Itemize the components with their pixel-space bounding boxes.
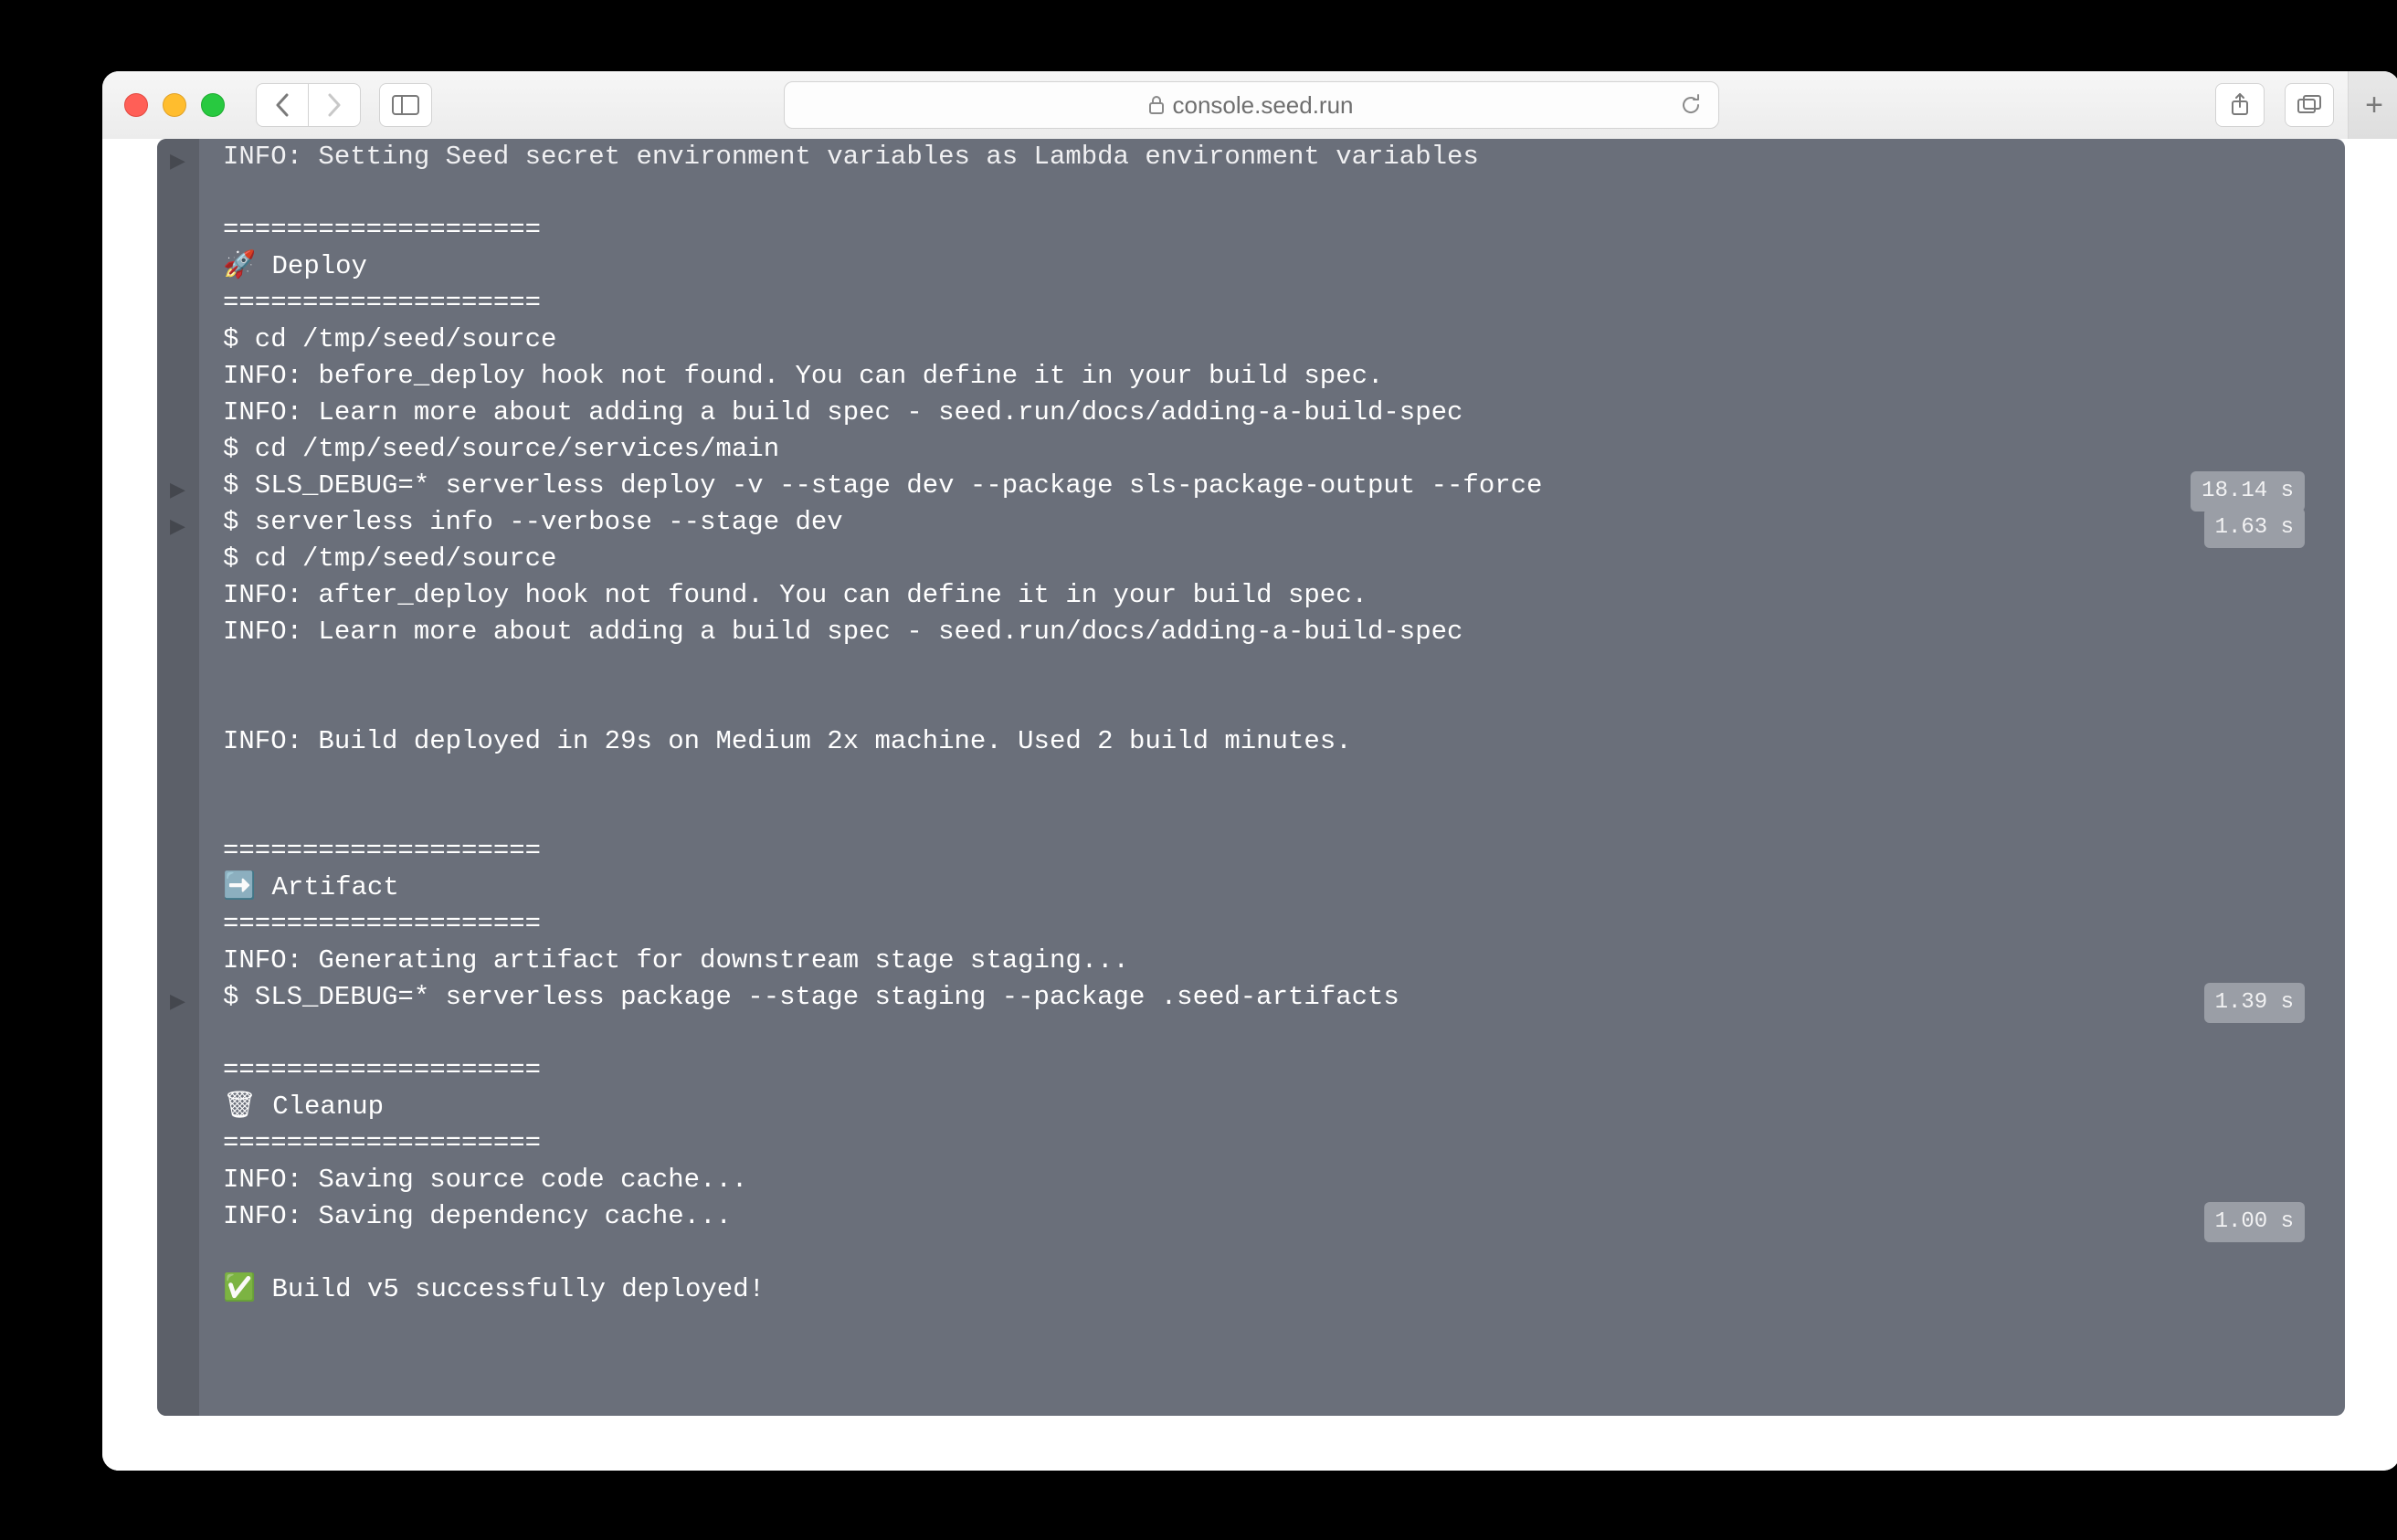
url-text: console.seed.run bbox=[1172, 91, 1353, 120]
expand-caret-icon[interactable]: ▶ bbox=[170, 473, 185, 510]
log-text: ==================== bbox=[223, 1055, 541, 1085]
reload-button[interactable] bbox=[1680, 94, 1702, 116]
log-line: ==================== bbox=[208, 906, 2316, 943]
log-line: $ cd /tmp/seed/source bbox=[208, 322, 2316, 358]
log-text: INFO: Generating artifact for downstream… bbox=[223, 945, 1129, 976]
address-bar[interactable]: console.seed.run bbox=[784, 81, 1719, 129]
log-text: INFO: Saving source code cache... bbox=[223, 1165, 747, 1195]
sidebar-toggle-button[interactable] bbox=[379, 83, 432, 127]
log-line: 🗑 Cleanup bbox=[208, 1089, 2316, 1125]
log-line: ==================== bbox=[208, 1052, 2316, 1089]
log-text: ==================== bbox=[223, 215, 541, 245]
log-text: INFO: Learn more about adding a build sp… bbox=[223, 617, 1462, 647]
log-line bbox=[208, 1235, 2316, 1271]
log-text: INFO: Learn more about adding a build sp… bbox=[223, 397, 1462, 427]
new-tab-button[interactable]: + bbox=[2348, 71, 2397, 139]
toolbar-left bbox=[256, 83, 432, 127]
log-text: ✅ Build v5 successfully deployed! bbox=[223, 1274, 765, 1304]
log-text: $ cd /tmp/seed/source bbox=[223, 543, 556, 574]
log-text: INFO: Build deployed in 29s on Medium 2x… bbox=[223, 726, 1352, 756]
log-line: ==================== bbox=[208, 212, 2316, 248]
log-line: INFO: before_deploy hook not found. You … bbox=[208, 358, 2316, 395]
log-line: $ cd /tmp/seed/source bbox=[208, 541, 2316, 577]
build-log-terminal: ▶ INFO: Setting Seed secret environment v… bbox=[157, 139, 2345, 1416]
log-line: ▶$ SLS_DEBUG=* serverless deploy -v --st… bbox=[208, 468, 2316, 504]
log-text: ==================== bbox=[223, 1128, 541, 1158]
log-line: INFO: Build deployed in 29s on Medium 2x… bbox=[208, 723, 2316, 760]
log-line: ▶INFO: Setting Seed secret environment v… bbox=[208, 139, 2316, 175]
safari-window: console.seed.run + ▶ INFO: Setting Seed s… bbox=[102, 71, 2397, 1471]
log-text: ==================== bbox=[223, 836, 541, 866]
log-lines: ▶ INFO: Setting Seed secret environment v… bbox=[157, 139, 2345, 1363]
log-line: INFO: Saving source code cache... bbox=[208, 1162, 2316, 1198]
log-line: ➡️ Artifact bbox=[208, 870, 2316, 906]
log-line bbox=[208, 796, 2316, 833]
forward-button[interactable] bbox=[309, 83, 361, 127]
log-text: ==================== bbox=[223, 909, 541, 939]
log-text: $ cd /tmp/seed/source bbox=[223, 324, 556, 354]
log-line: INFO: after_deploy hook not found. You c… bbox=[208, 577, 2316, 614]
lock-icon bbox=[1148, 95, 1165, 115]
log-line: INFO: Generating artifact for downstream… bbox=[208, 943, 2316, 979]
log-text: $ cd /tmp/seed/source/services/main bbox=[223, 434, 779, 464]
log-line: ▶$ SLS_DEBUG=* serverless package --stag… bbox=[208, 979, 2316, 1016]
expand-caret-icon[interactable]: ▶ bbox=[170, 144, 185, 181]
log-line bbox=[208, 687, 2316, 723]
log-text: 🗑 Cleanup bbox=[223, 1092, 384, 1122]
window-zoom-button[interactable] bbox=[201, 93, 225, 117]
back-button[interactable] bbox=[256, 83, 309, 127]
toolbar-right bbox=[2215, 83, 2334, 127]
log-line bbox=[208, 760, 2316, 796]
tabs-button[interactable] bbox=[2285, 83, 2334, 127]
window-controls bbox=[124, 93, 225, 117]
log-line bbox=[208, 1016, 2316, 1052]
log-line: ==================== bbox=[208, 285, 2316, 322]
log-text: $ SLS_DEBUG=* serverless package --stage… bbox=[223, 982, 1399, 1012]
log-text: $ SLS_DEBUG=* serverless deploy -v --sta… bbox=[223, 470, 1542, 501]
log-line: ✅ Build v5 successfully deployed! bbox=[208, 1271, 2316, 1308]
log-line bbox=[208, 650, 2316, 687]
log-text: ➡️ Artifact bbox=[223, 872, 399, 902]
log-text: $ serverless info --verbose --stage dev bbox=[223, 507, 843, 537]
log-text: INFO: before_deploy hook not found. You … bbox=[223, 361, 1383, 391]
expand-caret-icon[interactable]: ▶ bbox=[170, 510, 185, 546]
page-viewport: ▶ INFO: Setting Seed secret environment v… bbox=[102, 139, 2397, 1471]
log-text: 🚀 Deploy bbox=[223, 251, 367, 281]
log-line: 🚀 Deploy bbox=[208, 248, 2316, 285]
log-line bbox=[208, 175, 2316, 212]
expand-caret-icon[interactable]: ▶ bbox=[170, 985, 185, 1021]
log-text: ==================== bbox=[223, 288, 541, 318]
log-line: $ cd /tmp/seed/source/services/main bbox=[208, 431, 2316, 468]
log-line: INFO: Saving dependency cache...1.00 s bbox=[208, 1198, 2316, 1235]
log-text: INFO: Saving dependency cache... bbox=[223, 1201, 732, 1231]
log-text: INFO: Setting Seed secret environment va… bbox=[223, 142, 1479, 172]
window-minimize-button[interactable] bbox=[163, 93, 186, 117]
log-line: ▶$ serverless info --verbose --stage dev… bbox=[208, 504, 2316, 541]
window-titlebar: console.seed.run + bbox=[102, 71, 2397, 140]
log-line: INFO: Learn more about adding a build sp… bbox=[208, 395, 2316, 431]
log-line: ==================== bbox=[208, 833, 2316, 870]
log-line: INFO: Learn more about adding a build sp… bbox=[208, 614, 2316, 650]
log-line: ==================== bbox=[208, 1125, 2316, 1162]
log-text: INFO: after_deploy hook not found. You c… bbox=[223, 580, 1367, 610]
window-close-button[interactable] bbox=[124, 93, 148, 117]
share-button[interactable] bbox=[2215, 83, 2265, 127]
